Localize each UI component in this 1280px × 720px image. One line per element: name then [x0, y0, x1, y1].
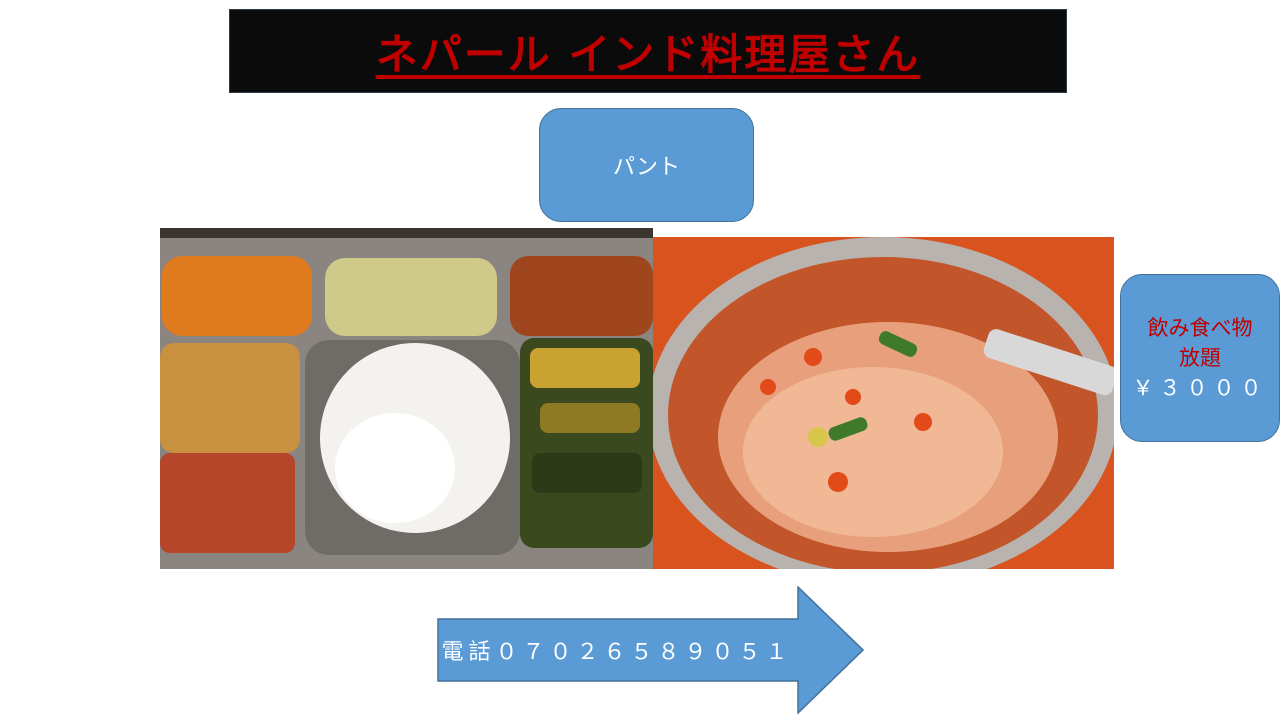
- thali-plate-image: [160, 228, 653, 569]
- title-banner: ネパール インド料理屋さん: [229, 9, 1067, 93]
- page-title: ネパール インド料理屋さん: [375, 29, 921, 79]
- offer-price: ￥３０００: [1132, 376, 1268, 400]
- pant-box[interactable]: パント: [539, 108, 754, 222]
- phone-number: 電話０７０２６５８９０５１: [441, 640, 793, 665]
- offer-line2: 放題: [1179, 346, 1221, 370]
- offer-line1: 飲み食べ物: [1147, 316, 1253, 340]
- all-you-can-eat-box[interactable]: 飲み食べ物 放題 ￥３０００: [1120, 274, 1280, 442]
- spaghetti-bowl-image: [653, 237, 1114, 569]
- pant-label: パント: [612, 155, 681, 180]
